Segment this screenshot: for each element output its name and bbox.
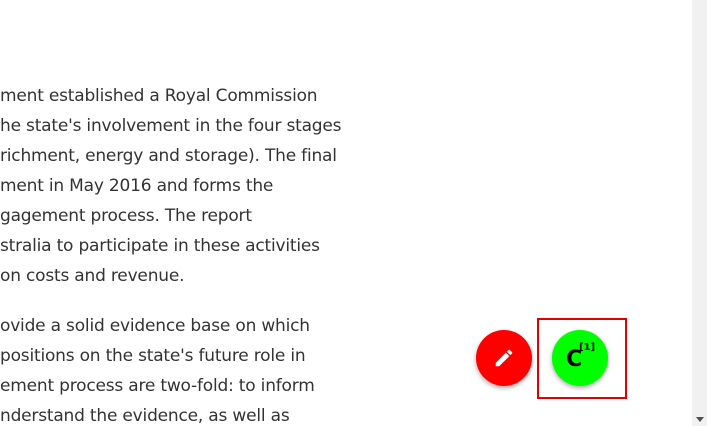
article-paragraph: ment established a Royal Commission he s…	[0, 84, 342, 294]
paragraph-line: ovide a solid evidence base on which	[0, 316, 310, 336]
citation-fab-button[interactable]: C [1]	[552, 330, 608, 386]
paragraph-line: stralia to participate in these activiti…	[0, 236, 320, 256]
paragraph-line: on costs and revenue.	[0, 266, 185, 286]
paragraph-line: ment in May 2016 and forms the	[0, 176, 274, 196]
paragraph-line: richment, energy and storage). The final	[0, 146, 337, 166]
paragraph-line: ement process are two-fold: to inform	[0, 376, 315, 396]
scroll-down-arrow-icon[interactable]	[696, 417, 704, 422]
paragraph-line: gagement process. The report	[0, 206, 252, 226]
edit-fab-button[interactable]	[476, 330, 532, 386]
browser-viewport: ment established a Royal Commission he s…	[0, 0, 707, 426]
citation-superscript: [1]	[579, 342, 596, 353]
article-paragraph: ovide a solid evidence base on which pos…	[0, 314, 315, 426]
paragraph-line: positions on the state's future role in	[0, 346, 306, 366]
paragraph-line: he state's involvement in the four stage…	[0, 116, 342, 136]
vertical-scrollbar[interactable]	[692, 0, 707, 426]
pencil-icon	[495, 349, 513, 367]
article-content: ment established a Royal Commission he s…	[0, 0, 692, 426]
paragraph-line: ment established a Royal Commission	[0, 86, 318, 106]
paragraph-line: nderstand the evidence, as well as	[0, 406, 290, 426]
